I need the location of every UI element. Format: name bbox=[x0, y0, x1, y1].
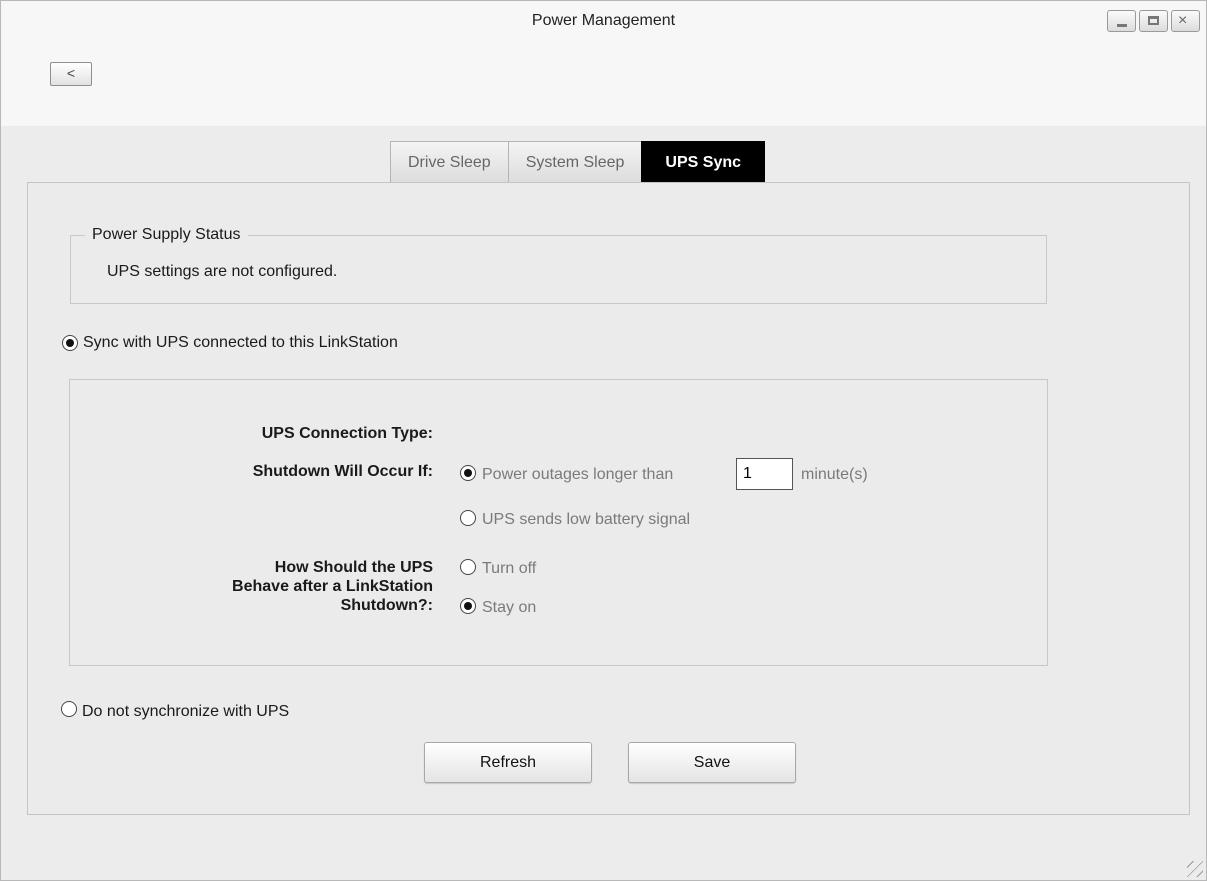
connection-type-label: UPS Connection Type: bbox=[261, 425, 433, 442]
close-icon: × bbox=[1178, 12, 1188, 29]
save-button[interactable]: Save bbox=[628, 742, 796, 783]
shutdown-low-battery-radio[interactable] bbox=[460, 510, 476, 526]
do-not-sync-label[interactable]: Do not synchronize with UPS bbox=[82, 703, 289, 721]
resize-grip-icon[interactable] bbox=[1187, 861, 1203, 877]
power-management-window: Power Management × < Drive Sleep System … bbox=[0, 0, 1207, 881]
power-supply-status-legend: Power Supply Status bbox=[85, 226, 248, 244]
shutdown-power-outage-label[interactable]: Power outages longer than bbox=[482, 466, 673, 484]
ups-behavior-label-line-3: Shutdown?: bbox=[340, 597, 433, 614]
shutdown-label: Shutdown Will Occur If: bbox=[252, 463, 433, 480]
tab-bar: Drive Sleep System Sleep UPS Sync bbox=[390, 141, 766, 183]
tab-ups-sync[interactable]: UPS Sync bbox=[641, 141, 766, 183]
do-not-sync-radio[interactable] bbox=[61, 701, 77, 717]
ups-stay-on-label[interactable]: Stay on bbox=[482, 599, 536, 617]
ups-behavior-label-line-2: Behave after a LinkStation bbox=[232, 578, 433, 595]
back-button[interactable]: < bbox=[50, 62, 92, 86]
power-supply-status-text: UPS settings are not configured. bbox=[107, 263, 338, 280]
ups-turn-off-label[interactable]: Turn off bbox=[482, 560, 536, 578]
shutdown-low-battery-label[interactable]: UPS sends low battery signal bbox=[482, 511, 690, 529]
ups-turn-off-radio[interactable] bbox=[460, 559, 476, 575]
maximize-icon bbox=[1148, 16, 1159, 25]
ups-stay-on-radio[interactable] bbox=[460, 598, 476, 614]
minimize-button[interactable] bbox=[1107, 10, 1136, 32]
window-title: Power Management bbox=[531, 12, 676, 29]
ups-behavior-label-line-1: How Should the UPS bbox=[274, 559, 433, 576]
close-button[interactable]: × bbox=[1171, 10, 1200, 32]
window-controls: × bbox=[1107, 10, 1200, 32]
outage-minutes-input[interactable] bbox=[736, 458, 793, 490]
sync-with-ups-label[interactable]: Sync with UPS connected to this LinkStat… bbox=[83, 334, 398, 352]
maximize-button[interactable] bbox=[1139, 10, 1168, 32]
sync-with-ups-radio[interactable] bbox=[62, 335, 78, 351]
minimize-icon bbox=[1117, 24, 1127, 27]
refresh-button[interactable]: Refresh bbox=[424, 742, 592, 783]
shutdown-power-outage-radio[interactable] bbox=[460, 465, 476, 481]
tab-system-sleep[interactable]: System Sleep bbox=[507, 141, 643, 183]
ups-behavior-label: How Should the UPS Behave after a LinkSt… bbox=[101, 558, 433, 615]
minutes-unit-label: minute(s) bbox=[801, 466, 868, 483]
tab-drive-sleep[interactable]: Drive Sleep bbox=[390, 141, 509, 183]
title-bar: Power Management × < bbox=[1, 1, 1206, 126]
